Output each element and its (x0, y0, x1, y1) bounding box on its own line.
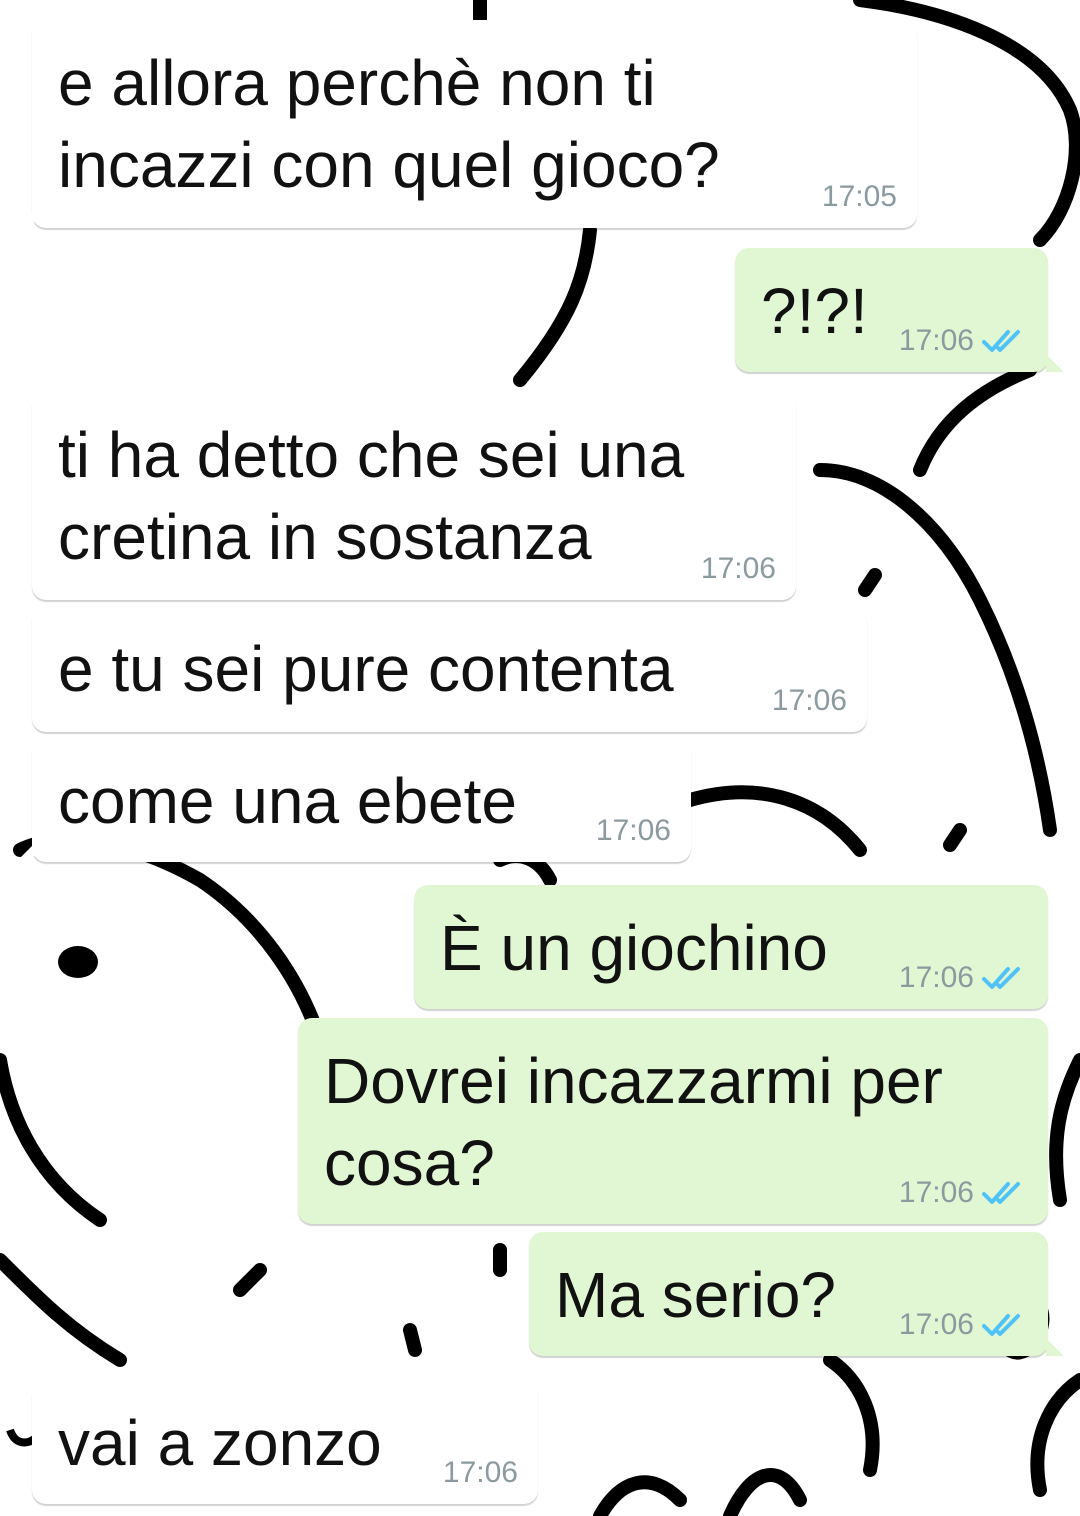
message-bubble-incoming[interactable]: vai a zonzo 17:06 (16, 1380, 538, 1504)
double-check-icon (982, 967, 1020, 989)
message-meta: 17:06 (899, 1176, 1028, 1210)
message-bubble-outgoing[interactable]: Dovrei incazzarmi per cosa? 17:06 (298, 1018, 1048, 1224)
message-text: ti ha detto che sei una (58, 419, 685, 491)
message-meta: 17:06 (596, 814, 671, 848)
message-time: 17:05 (821, 180, 897, 213)
message-meta: 17:05 (822, 180, 897, 214)
message-bubble-outgoing[interactable]: ?!?! 17:06 (735, 248, 1064, 372)
message-text: come una ebete (58, 765, 517, 837)
message-bubble-incoming[interactable]: ti ha detto che sei una cretina in sosta… (32, 392, 796, 600)
double-check-icon (982, 1182, 1020, 1204)
message-time: 17:06 (700, 552, 776, 585)
message-time: 17:06 (771, 684, 847, 717)
message-meta: 17:06 (443, 1456, 518, 1490)
message-bubble-incoming[interactable]: e tu sei pure contenta 17:06 (32, 606, 867, 732)
message-text: incazzi con quel gioco? (58, 129, 720, 201)
message-meta: 17:06 (899, 324, 1028, 358)
message-time: 17:06 (898, 324, 974, 357)
double-check-icon (982, 1314, 1020, 1336)
message-text: e tu sei pure contenta (58, 633, 674, 705)
message-bubble-incoming[interactable]: come una ebete 17:06 (16, 738, 691, 862)
message-meta: 17:06 (899, 1308, 1028, 1342)
message-time: 17:06 (442, 1456, 518, 1489)
message-bubble-outgoing[interactable]: È un giochino 17:06 (414, 885, 1048, 1009)
message-time: 17:06 (898, 1176, 974, 1209)
message-time: 17:06 (595, 814, 671, 847)
message-text: cretina in sostanza (58, 501, 592, 573)
message-time: 17:06 (898, 961, 974, 994)
message-bubble-outgoing[interactable]: Ma serio? 17:06 (529, 1232, 1064, 1356)
message-meta: 17:06 (772, 684, 847, 718)
message-meta: 17:06 (701, 552, 776, 586)
double-check-icon (982, 330, 1020, 352)
message-text: e allora perchè non ti (58, 47, 656, 119)
message-bubble-incoming[interactable]: e allora perchè non ti incazzi con quel … (16, 20, 917, 228)
message-meta: 17:06 (899, 961, 1028, 995)
message-time: 17:06 (898, 1308, 974, 1341)
message-text: Dovrei incazzarmi per (324, 1045, 943, 1117)
